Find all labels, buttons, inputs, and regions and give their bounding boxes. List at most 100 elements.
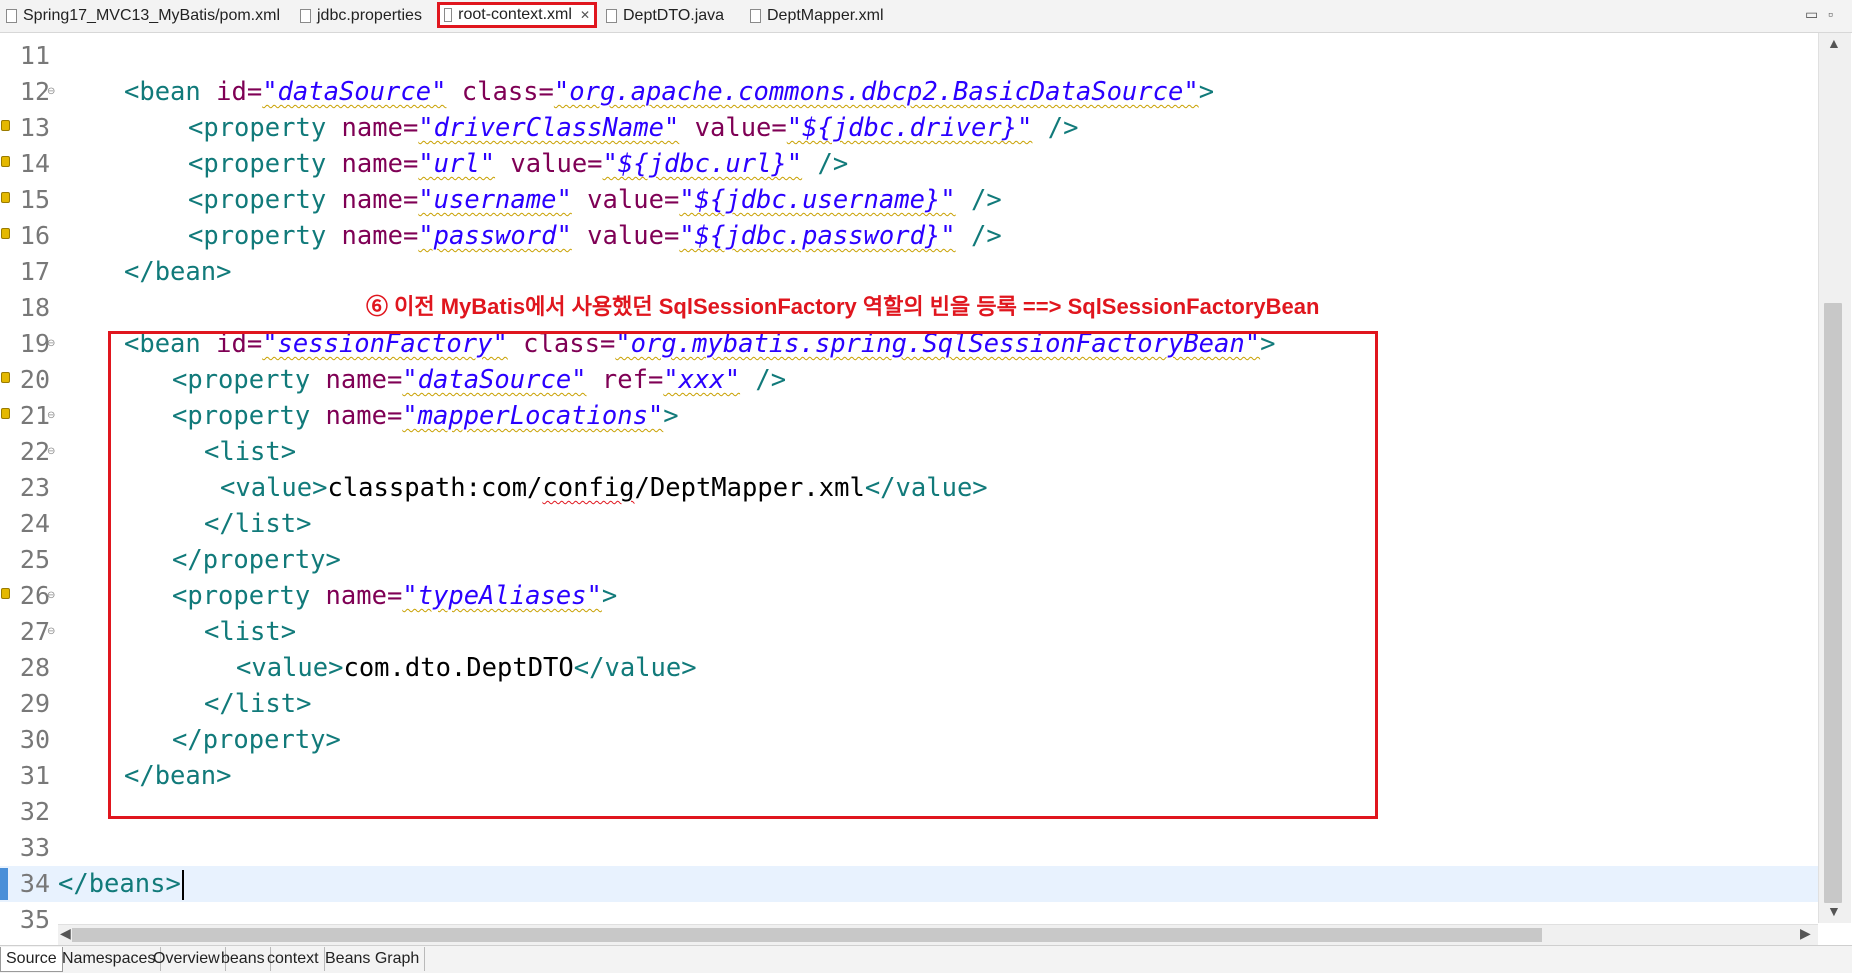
xml-attribute: name=	[341, 185, 419, 215]
fold-toggle-icon[interactable]: ⊖	[47, 626, 55, 637]
tab-beans-graph[interactable]: Beans Graph	[320, 947, 426, 971]
tab-context[interactable]: context	[262, 947, 325, 971]
code-line[interactable]: 13 <property name="driverClassName" value…	[0, 110, 1818, 146]
code-text: <bean id="dataSource" class="org.apache.…	[124, 74, 1214, 110]
scroll-down-icon[interactable]: ▼	[1827, 903, 1841, 919]
current-line-marker	[0, 868, 8, 900]
code-line[interactable]: 33	[0, 830, 1818, 866]
xml-source-editor[interactable]: 11 12 ⊖ <bean id="dataSource" class="org.ap…	[0, 33, 1852, 934]
warning-icon[interactable]	[1, 192, 10, 203]
xml-file-icon	[6, 9, 17, 23]
minimize-icon[interactable]: ▭	[1805, 6, 1818, 23]
line-number: 30	[19, 725, 50, 754]
line-number: 28	[19, 653, 50, 682]
horizontal-scroll-thumb[interactable]	[72, 928, 1542, 942]
code-text: <property name="driverClassName" value="…	[188, 110, 1078, 146]
xml-attribute: name=	[341, 221, 419, 251]
text-caret	[181, 870, 184, 900]
scroll-right-icon[interactable]: ▶	[1800, 925, 1811, 942]
line-number: 13	[19, 113, 50, 142]
xml-attribute-value: "org.apache.commons.dbcp2.BasicDataSourc…	[553, 77, 1199, 107]
code-text: <property name="url" value="${jdbc.url}"…	[188, 146, 848, 182]
xml-attribute-value: "password"	[418, 221, 572, 251]
xml-tag: />	[1032, 113, 1079, 143]
line-number: 27	[19, 617, 50, 646]
fold-toggle-icon[interactable]: ⊖	[47, 590, 55, 601]
editor-tab-bar: Spring17_MVC13_MyBatis/pom.xml jdbc.prop…	[0, 0, 1852, 33]
line-number: 26	[19, 581, 50, 610]
tab-source[interactable]: Source	[0, 947, 63, 972]
xml-attribute: value=	[571, 221, 680, 251]
maximize-icon[interactable]: ▫	[1828, 6, 1833, 22]
line-number: 24	[19, 509, 50, 538]
xml-tag: <property	[188, 113, 342, 143]
xml-file-icon	[444, 8, 453, 22]
vertical-scroll-thumb[interactable]	[1824, 303, 1842, 903]
tab-pom-xml[interactable]: Spring17_MVC13_MyBatis/pom.xml	[6, 4, 280, 28]
editor-mode-tabs: Source Namespaces Overview beans context…	[0, 945, 1852, 973]
code-line[interactable]: 11	[0, 38, 1818, 74]
annotation-text: ⑥ 이전 MyBatis에서 사용했던 SqlSessionFactory 역할…	[366, 294, 1320, 319]
code-text: <property name="username" value="${jdbc.…	[188, 182, 1002, 218]
xml-attribute-value: "dataSource"	[262, 77, 447, 107]
line-number: 18	[19, 293, 50, 322]
xml-tag: />	[802, 149, 849, 179]
line-number: 25	[19, 545, 50, 574]
xml-attribute: value=	[679, 113, 787, 143]
code-line[interactable]: 16 <property name="password" value="${jdb…	[0, 218, 1818, 254]
fold-toggle-icon[interactable]: ⊖	[47, 410, 55, 421]
tab-label: Spring17_MVC13_MyBatis/pom.xml	[23, 7, 280, 24]
xml-attribute-value: "${jdbc.driver}"	[786, 113, 1033, 143]
tab-label: DeptDTO.java	[623, 7, 725, 24]
code-line[interactable]: 34 </beans>	[0, 866, 1818, 902]
xml-tag: <property	[188, 221, 342, 251]
tab-namespaces[interactable]: Namespaces	[57, 947, 162, 971]
line-number: 33	[19, 833, 50, 862]
code-text: <property name="password" value="${jdbc.…	[188, 218, 1002, 254]
xml-attribute: value=	[571, 185, 680, 215]
line-number: 11	[19, 41, 50, 70]
xml-attribute-value: "${jdbc.password}"	[679, 221, 956, 251]
xml-attribute-value: "${jdbc.url}"	[602, 149, 803, 179]
horizontal-scrollbar[interactable]: ◀ ▶	[58, 924, 1818, 945]
warning-icon[interactable]	[1, 156, 10, 167]
code-line[interactable]: 17 </bean>	[0, 254, 1818, 290]
line-number: 23	[19, 473, 50, 502]
tab-root-context-xml[interactable]: root-context.xml ✕	[437, 2, 597, 28]
xml-tag: />	[955, 221, 1002, 251]
code-line[interactable]: 15 <property name="username" value="${jdb…	[0, 182, 1818, 218]
xml-attribute: class=	[446, 77, 554, 107]
xml-attribute: value=	[495, 149, 603, 179]
scroll-left-icon[interactable]: ◀	[60, 925, 71, 942]
warning-icon[interactable]	[1, 372, 10, 383]
code-line[interactable]: 12 ⊖ <bean id="dataSource" class="org.apac…	[0, 74, 1818, 110]
tab-label: jdbc.properties	[317, 7, 422, 24]
warning-icon[interactable]	[1, 120, 10, 131]
tab-deptdto-java[interactable]: DeptDTO.java	[606, 4, 724, 28]
tab-deptmapper-xml[interactable]: DeptMapper.xml	[750, 4, 884, 28]
line-number: 17	[19, 257, 50, 286]
line-number: 35	[19, 905, 50, 934]
tab-jdbc-properties[interactable]: jdbc.properties	[300, 4, 422, 28]
fold-toggle-icon[interactable]: ⊖	[47, 86, 55, 97]
warning-icon[interactable]	[1, 588, 10, 599]
highlight-box	[108, 331, 1378, 819]
line-number: 22	[19, 437, 50, 466]
line-number: 12	[19, 77, 50, 106]
warning-icon[interactable]	[1, 228, 10, 239]
warning-icon[interactable]	[1, 408, 10, 419]
close-icon[interactable]: ✕	[580, 8, 590, 22]
fold-toggle-icon[interactable]: ⊖	[47, 338, 55, 349]
properties-file-icon	[300, 9, 311, 23]
vertical-scrollbar[interactable]: ▲ ▼	[1818, 33, 1851, 923]
code-text: </beans>	[58, 866, 184, 902]
line-number: 19	[19, 329, 50, 358]
code-line[interactable]: 14 <property name="url" value="${jdbc.url…	[0, 146, 1818, 182]
xml-tag: </beans>	[58, 869, 181, 899]
scroll-up-icon[interactable]: ▲	[1827, 35, 1841, 51]
tab-label: DeptMapper.xml	[767, 7, 884, 24]
tab-overview[interactable]: Overview	[148, 947, 226, 971]
xml-tag: <property	[188, 185, 342, 215]
fold-toggle-icon[interactable]: ⊖	[47, 446, 55, 457]
xml-file-icon	[750, 9, 761, 23]
